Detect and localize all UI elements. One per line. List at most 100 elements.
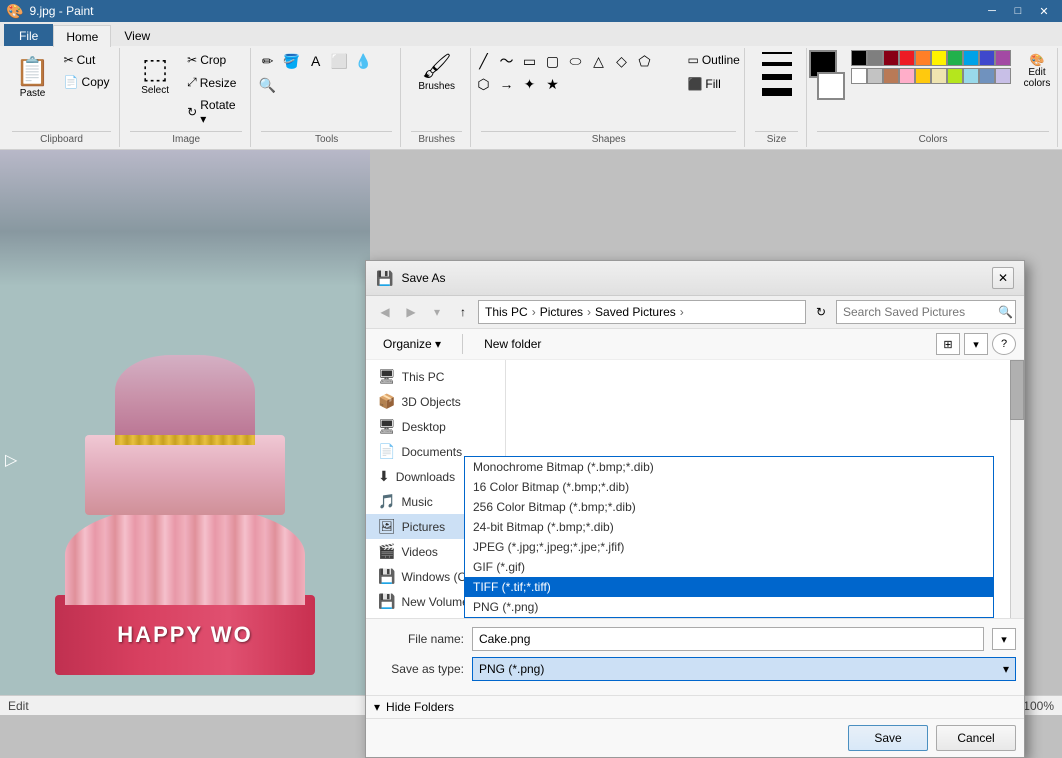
edit-colors-button[interactable]: 🎨 Edit colors: [1017, 50, 1057, 92]
organize-button[interactable]: Organize ▾: [374, 334, 450, 354]
color-swatch[interactable]: [899, 50, 915, 66]
shape-curve[interactable]: 〜: [495, 50, 517, 72]
brushes-button[interactable]: 🖌 Brushes: [409, 50, 464, 97]
format-select-value: PNG (*.png): [479, 662, 544, 676]
nav-item-label: Pictures: [402, 520, 445, 534]
cancel-button[interactable]: Cancel: [936, 725, 1016, 751]
hide-folders-row[interactable]: ▾ Hide Folders: [366, 695, 1024, 718]
refresh-button[interactable]: ↻: [810, 301, 832, 323]
dropdown-item[interactable]: JPEG (*.jpg;*.jpeg;*.jpe;*.jfif): [465, 537, 993, 557]
color-swatch[interactable]: [995, 50, 1011, 66]
search-input[interactable]: [843, 305, 998, 319]
filename-dropdown-button[interactable]: ▾: [992, 628, 1016, 650]
breadcrumb[interactable]: This PC › Pictures › Saved Pictures ›: [478, 300, 806, 324]
shape-hexagon[interactable]: ⬡: [472, 73, 494, 95]
dropdown-item[interactable]: GIF (*.gif): [465, 557, 993, 577]
nav-item-3d-objects[interactable]: 📦 3D Objects: [366, 389, 505, 414]
color-swatch[interactable]: [883, 50, 899, 66]
color-swatch[interactable]: [979, 68, 995, 84]
nav-item-label: Documents: [401, 445, 462, 459]
search-bar[interactable]: 🔍: [836, 300, 1016, 324]
fill-button[interactable]: ⬛ Fill: [682, 74, 744, 94]
color-swatch[interactable]: [995, 68, 1011, 84]
tab-file[interactable]: File: [4, 24, 53, 46]
color-swatch[interactable]: [931, 50, 947, 66]
shape-star5[interactable]: ★: [541, 73, 563, 95]
nav-item-desktop[interactable]: 🖥 Desktop: [366, 414, 505, 439]
maximize-button[interactable]: □: [1006, 2, 1030, 20]
new-folder-label: New folder: [484, 337, 541, 351]
shape-diamond[interactable]: ◇: [610, 50, 632, 72]
save-button[interactable]: Save: [848, 725, 928, 751]
pencil-tool[interactable]: ✏: [257, 50, 279, 72]
tab-home[interactable]: Home: [53, 25, 111, 47]
shape-line[interactable]: ╱: [472, 50, 494, 72]
shape-triangle[interactable]: △: [587, 50, 609, 72]
shape-ellipse[interactable]: ⬭: [564, 50, 586, 72]
dialog-close-button[interactable]: ✕: [992, 267, 1014, 289]
scrollbar-track[interactable]: [1010, 360, 1024, 618]
color2-swatch[interactable]: [817, 72, 845, 100]
shape-rect[interactable]: ▭: [518, 50, 540, 72]
color-swatch[interactable]: [899, 68, 915, 84]
ribbon-tabs: File Home View: [0, 22, 1062, 46]
crop-button[interactable]: ✂ Crop: [182, 50, 242, 70]
nav-item-label: Downloads: [396, 470, 455, 484]
dropdown-item[interactable]: Monochrome Bitmap (*.bmp;*.dib): [465, 457, 993, 477]
recent-button[interactable]: ▾: [426, 301, 448, 323]
format-dropdown: Monochrome Bitmap (*.bmp;*.dib) 16 Color…: [464, 456, 994, 618]
close-button[interactable]: ✕: [1032, 2, 1056, 20]
eraser-tool[interactable]: ⬜: [329, 50, 351, 72]
view-button[interactable]: ⊞: [936, 333, 960, 355]
color-swatch[interactable]: [851, 68, 867, 84]
shape-arrow[interactable]: →: [495, 73, 517, 95]
up-button[interactable]: ↑: [452, 301, 474, 323]
resize-button[interactable]: ⤢ Resize: [182, 72, 242, 93]
cut-button[interactable]: ✂ Cut: [59, 50, 115, 70]
copy-button[interactable]: 📄 Copy: [59, 72, 115, 92]
fill-tool[interactable]: 🪣: [281, 50, 303, 72]
color-swatch[interactable]: [915, 68, 931, 84]
shape-star4[interactable]: ✦: [518, 73, 540, 95]
help-button[interactable]: ?: [992, 333, 1016, 355]
dropdown-item-tiff[interactable]: TIFF (*.tif;*.tiff): [465, 577, 993, 597]
shape-pentagon[interactable]: ⬠: [633, 50, 655, 72]
color-picker-tool[interactable]: 💧: [353, 50, 375, 72]
color-swatch[interactable]: [963, 50, 979, 66]
dropdown-item[interactable]: 256 Color Bitmap (*.bmp;*.dib): [465, 497, 993, 517]
forward-button[interactable]: ▶: [400, 301, 422, 323]
color-swatch[interactable]: [979, 50, 995, 66]
minimize-button[interactable]: ─: [980, 2, 1004, 20]
tab-view[interactable]: View: [111, 24, 163, 46]
color-swatch[interactable]: [963, 68, 979, 84]
dialog-title: Save As: [401, 271, 984, 285]
nav-item-this-pc[interactable]: 🖥 This PC: [366, 364, 505, 389]
back-button[interactable]: ◀: [374, 301, 396, 323]
search-icon: 🔍: [998, 305, 1013, 319]
color-swatch[interactable]: [931, 68, 947, 84]
text-tool[interactable]: A: [305, 50, 327, 72]
color-swatch[interactable]: [851, 50, 867, 66]
scrollbar-thumb[interactable]: [1010, 360, 1024, 420]
shapes-group-content: ╱ 〜 ▭ ▢ ⬭ △ ◇ ⬠ ⬡ → ✦ ★ ▭ Outline: [472, 50, 744, 129]
format-select[interactable]: PNG (*.png) ▾: [472, 657, 1016, 681]
color-swatch[interactable]: [867, 50, 883, 66]
rotate-button[interactable]: ↻ Rotate ▾: [182, 95, 242, 129]
dropdown-item[interactable]: 24-bit Bitmap (*.bmp;*.dib): [465, 517, 993, 537]
view-dropdown-button[interactable]: ▾: [964, 333, 988, 355]
dropdown-item[interactable]: PNG (*.png): [465, 597, 993, 617]
paste-button[interactable]: 📋 Paste: [9, 50, 57, 104]
dropdown-item[interactable]: 16 Color Bitmap (*.bmp;*.dib): [465, 477, 993, 497]
filename-input[interactable]: [472, 627, 984, 651]
shape-roundrect[interactable]: ▢: [541, 50, 563, 72]
color-group-label: Colors: [817, 131, 1049, 145]
select-button[interactable]: ⬚ Select: [130, 50, 180, 101]
color-swatch[interactable]: [947, 68, 963, 84]
magnifier-tool[interactable]: 🔍: [257, 74, 279, 96]
color-swatch[interactable]: [915, 50, 931, 66]
new-folder-button[interactable]: New folder: [475, 334, 550, 354]
color-swatch[interactable]: [867, 68, 883, 84]
color-swatch[interactable]: [947, 50, 963, 66]
outline-button[interactable]: ▭ Outline: [682, 50, 744, 70]
color-swatch[interactable]: [883, 68, 899, 84]
